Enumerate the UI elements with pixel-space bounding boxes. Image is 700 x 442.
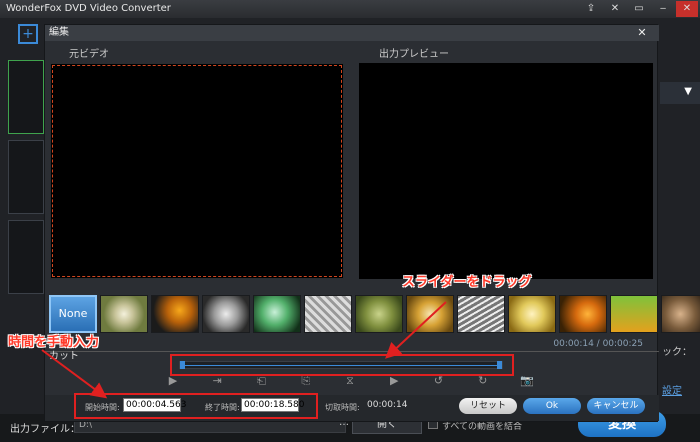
app-title: WonderFox DVD Video Converter (6, 3, 171, 14)
dialog-close-icon[interactable]: ✕ (635, 26, 649, 40)
slider-highlight-box (170, 354, 514, 376)
cut-time-label: 切取時間: (325, 403, 360, 412)
title-bar: WonderFox DVD Video Converter ⇪ ✕ ▭ ‒ ✕ (0, 0, 700, 18)
filter-none[interactable]: None (49, 295, 97, 333)
chat-icon[interactable]: ▭ (628, 1, 650, 17)
filter-strip: None (49, 295, 700, 333)
filter-thumbnail[interactable] (610, 295, 658, 333)
filter-thumbnail[interactable] (457, 295, 505, 333)
timecode-display: 00:00:14 / 00:00:25 (553, 339, 643, 349)
video-list-item[interactable] (8, 140, 44, 214)
filter-thumbnail[interactable] (508, 295, 556, 333)
slider-annotation: スライダーをドラッグ (402, 275, 532, 290)
filter-thumbnail[interactable] (304, 295, 352, 333)
filter-thumbnail[interactable] (253, 295, 301, 333)
upload-icon[interactable]: ⇪ (580, 1, 602, 17)
right-option-label: ック： (662, 347, 692, 358)
output-preview-panel (359, 63, 653, 279)
video-list (8, 60, 44, 300)
crop-rectangle[interactable] (52, 65, 342, 277)
dialog-title-text: 編集 (49, 27, 69, 38)
chevron-down-icon: ▼ (684, 86, 692, 97)
ok-button[interactable]: Ok (523, 398, 581, 414)
source-video-label: 元ビデオ (69, 49, 109, 60)
dialog-title: 編集 (45, 25, 659, 41)
filter-thumbnail[interactable] (355, 295, 403, 333)
add-file-icon[interactable]: + (18, 24, 38, 44)
source-video-panel[interactable] (50, 63, 344, 279)
filter-thumbnail[interactable] (661, 295, 700, 333)
cut-time-value: 00:00:14 (367, 400, 408, 410)
app-window: WonderFox DVD Video Converter ⇪ ✕ ▭ ‒ ✕ … (0, 0, 700, 442)
output-preview-label: 出力プレビュー (379, 49, 449, 60)
video-list-item[interactable] (8, 60, 44, 134)
filter-thumbnail[interactable] (151, 295, 199, 333)
filter-thumbnail[interactable] (100, 295, 148, 333)
cancel-button[interactable]: キャンセル (587, 398, 645, 414)
filter-thumbnail[interactable] (559, 295, 607, 333)
output-file-label: 出力ファイル： (10, 424, 80, 435)
minimize-icon[interactable]: ‒ (652, 1, 674, 17)
time-input-highlight-box (74, 393, 318, 419)
snapshot-icon[interactable]: 📷 (519, 373, 535, 389)
output-format-dropdown[interactable]: ▼ (660, 82, 700, 104)
timeline-divider (45, 351, 659, 352)
reset-button[interactable]: リセット (459, 398, 517, 414)
filter-thumbnail[interactable] (406, 295, 454, 333)
filter-thumbnail[interactable] (202, 295, 250, 333)
wrench-icon[interactable]: ✕ (604, 1, 626, 17)
close-icon[interactable]: ✕ (676, 1, 698, 17)
time-annotation: 時間を手動入力 (8, 335, 100, 350)
video-list-item[interactable] (8, 220, 44, 294)
window-controls: ⇪ ✕ ▭ ‒ ✕ (580, 1, 698, 17)
settings-link[interactable]: 設定 (662, 382, 682, 397)
